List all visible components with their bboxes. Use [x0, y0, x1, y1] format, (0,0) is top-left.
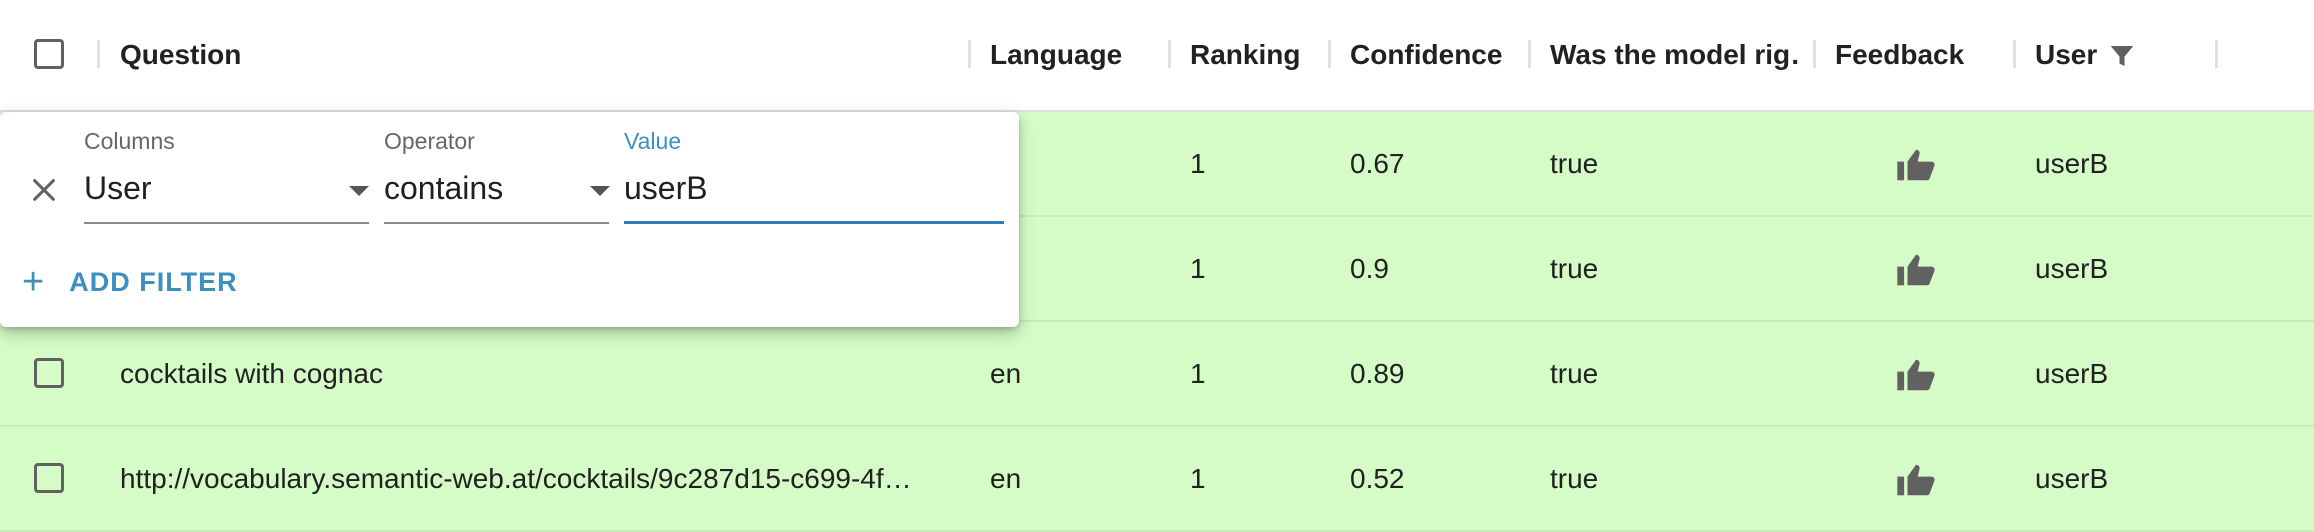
- column-separator[interactable]: [1528, 40, 1531, 68]
- cell-ranking: 1: [1190, 462, 1206, 494]
- column-header-model-right[interactable]: Was the model rig…: [1550, 0, 1800, 110]
- columns-select[interactable]: User: [84, 170, 152, 207]
- cell-language: en: [990, 462, 1022, 494]
- chevron-down-icon[interactable]: [590, 186, 610, 196]
- column-separator[interactable]: [2215, 40, 2218, 68]
- column-separator[interactable]: [1168, 40, 1171, 68]
- column-header-ranking[interactable]: Ranking: [1190, 0, 1325, 110]
- cell-question: http://vocabulary.semantic-web.at/cockta…: [120, 462, 912, 494]
- cell-confidence: 0.52: [1350, 462, 1405, 494]
- cell-model-right: true: [1550, 147, 1599, 179]
- columns-label: Columns: [84, 128, 175, 154]
- thumb-up-icon: [1897, 149, 1935, 181]
- filter-icon[interactable]: [2107, 41, 2137, 71]
- grid-header: Question Language Ranking Confidence Was…: [0, 0, 2314, 112]
- cell-confidence: 0.67: [1350, 147, 1405, 179]
- select-all-checkbox[interactable]: [34, 39, 64, 69]
- cell-model-right: true: [1550, 462, 1599, 494]
- operator-label: Operator: [384, 128, 475, 154]
- add-filter-button[interactable]: + ADD FILTER: [22, 262, 238, 302]
- thumb-up-icon: [1897, 464, 1935, 496]
- column-header-user[interactable]: User: [2035, 0, 2115, 110]
- thumb-up-icon: [1897, 254, 1935, 286]
- cell-user: userB: [2035, 147, 2109, 179]
- column-header-feedback[interactable]: Feedback: [1835, 0, 2005, 110]
- value-input[interactable]: userB: [624, 170, 708, 207]
- row-checkbox[interactable]: [34, 463, 64, 493]
- operator-underline: [384, 222, 609, 224]
- value-underline: [624, 221, 1004, 224]
- value-label: Value: [624, 128, 682, 154]
- column-header-confidence[interactable]: Confidence: [1350, 0, 1525, 110]
- cell-confidence: 0.9: [1350, 252, 1389, 284]
- row-checkbox[interactable]: [34, 358, 64, 388]
- cell-question: cocktails with cognac: [120, 357, 384, 389]
- operator-select[interactable]: contains: [384, 170, 503, 207]
- column-separator[interactable]: [1328, 40, 1331, 68]
- column-separator[interactable]: [2013, 40, 2016, 68]
- table-row[interactable]: cocktails with cognac en 1 0.89 true use…: [0, 322, 2314, 427]
- column-separator[interactable]: [968, 40, 971, 68]
- columns-underline: [84, 222, 369, 224]
- cell-user: userB: [2035, 462, 2109, 494]
- add-filter-label: ADD FILTER: [69, 266, 238, 297]
- column-separator[interactable]: [1813, 40, 1816, 68]
- cell-language: en: [990, 357, 1022, 389]
- cell-user: userB: [2035, 252, 2109, 284]
- filter-panel: Columns User Operator contains Value use…: [0, 112, 1019, 327]
- cell-user: userB: [2035, 357, 2109, 389]
- cell-model-right: true: [1550, 252, 1599, 284]
- cell-confidence: 0.89: [1350, 357, 1405, 389]
- plus-icon: +: [22, 261, 46, 303]
- close-icon[interactable]: [30, 176, 58, 204]
- cell-ranking: 1: [1190, 252, 1206, 284]
- column-separator[interactable]: [97, 40, 100, 68]
- cell-ranking: 1: [1190, 357, 1206, 389]
- column-header-language[interactable]: Language: [990, 0, 1165, 110]
- cell-ranking: 1: [1190, 147, 1206, 179]
- column-header-question[interactable]: Question: [120, 0, 960, 110]
- cell-model-right: true: [1550, 357, 1599, 389]
- table-row[interactable]: http://vocabulary.semantic-web.at/cockta…: [0, 427, 2314, 532]
- chevron-down-icon[interactable]: [349, 186, 369, 196]
- thumb-up-icon: [1897, 359, 1935, 391]
